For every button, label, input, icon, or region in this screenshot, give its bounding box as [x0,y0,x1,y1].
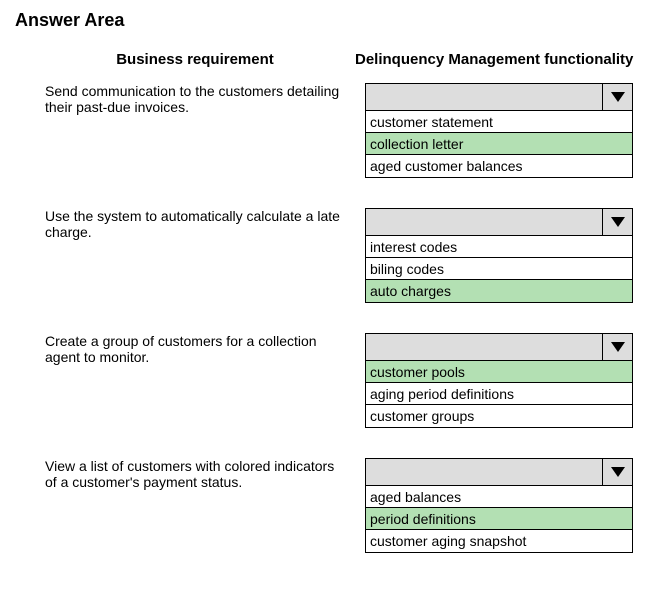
chevron-down-icon[interactable] [602,209,632,235]
option-list: customer poolsaging period definitionscu… [365,361,633,428]
header-delinquency-functionality: Delinquency Management functionality [345,51,643,68]
requirement-text: Send communication to the customers deta… [15,83,355,178]
dropdown-option[interactable]: period definitions [366,508,632,530]
dropdown-option[interactable]: interest codes [366,236,632,258]
option-list: aged balancesperiod definitionscustomer … [365,486,633,553]
answer-row: View a list of customers with colored in… [15,458,643,553]
page-title: Answer Area [15,10,643,31]
requirement-text: View a list of customers with colored in… [15,458,355,553]
chevron-down-icon[interactable] [602,459,632,485]
dropdown-option[interactable]: aging period definitions [366,383,632,405]
dropdown-option[interactable]: customer pools [366,361,632,383]
answer-row: Send communication to the customers deta… [15,83,643,178]
functionality-cell: interest codesbiling codesauto charges [355,208,643,303]
option-list: interest codesbiling codesauto charges [365,236,633,303]
functionality-cell: aged balancesperiod definitionscustomer … [355,458,643,553]
dropdown-option[interactable]: aged customer balances [366,155,632,177]
dropdown-option[interactable]: customer groups [366,405,632,427]
chevron-down-icon[interactable] [602,334,632,360]
header-business-requirement: Business requirement [15,51,345,68]
answer-row: Use the system to automatically calculat… [15,208,643,303]
requirement-text: Create a group of customers for a collec… [15,333,355,428]
dropdown-header[interactable] [365,333,633,361]
dropdown-header[interactable] [365,458,633,486]
column-headers: Business requirement Delinquency Managem… [15,51,643,68]
chevron-down-icon[interactable] [602,84,632,110]
option-list: customer statementcollection letteraged … [365,111,633,178]
answer-row: Create a group of customers for a collec… [15,333,643,428]
functionality-cell: customer statementcollection letteraged … [355,83,643,178]
dropdown-header[interactable] [365,83,633,111]
dropdown-option[interactable]: aged balances [366,486,632,508]
dropdown-option[interactable]: collection letter [366,133,632,155]
dropdown-option[interactable]: customer statement [366,111,632,133]
dropdown-option[interactable]: auto charges [366,280,632,302]
functionality-cell: customer poolsaging period definitionscu… [355,333,643,428]
dropdown-option[interactable]: customer aging snapshot [366,530,632,552]
dropdown-option[interactable]: biling codes [366,258,632,280]
dropdown-header[interactable] [365,208,633,236]
requirement-text: Use the system to automatically calculat… [15,208,355,303]
